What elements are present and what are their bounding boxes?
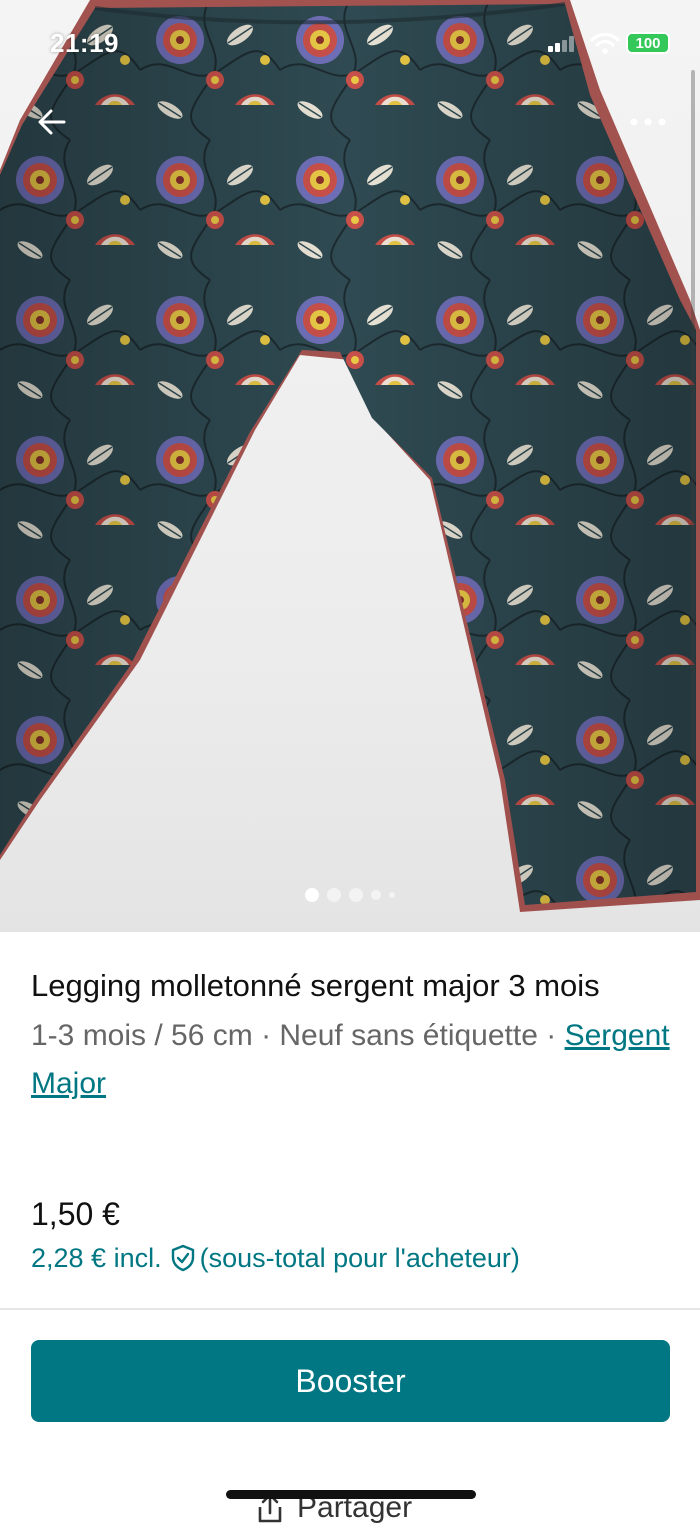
price-incl-amount: 2,28 € incl. [31, 1243, 162, 1273]
product-details: Legging molletonné sergent major 3 mois … [31, 962, 671, 1108]
status-bar: 21:19 100 [0, 0, 700, 90]
wifi-icon [590, 32, 620, 54]
product-meta: 1-3 mois / 56 cm · Neuf sans étiquette ·… [31, 1012, 671, 1108]
more-options-button[interactable] [620, 104, 676, 140]
signal-icon [548, 36, 574, 52]
carousel-dot[interactable] [349, 888, 363, 902]
carousel-dot[interactable] [305, 888, 319, 902]
product-title: Legging molletonné sergent major 3 mois [31, 968, 600, 1003]
carousel-dot[interactable] [389, 892, 395, 898]
status-time: 21:19 [50, 28, 119, 58]
booster-button[interactable]: Booster [31, 1340, 670, 1422]
battery-level: 100 [635, 34, 661, 52]
arrow-left-icon [38, 109, 66, 135]
battery-indicator: 100 [626, 32, 670, 54]
price-incl-note: (sous-total pour l'acheteur) [199, 1243, 520, 1273]
legging-image [0, 0, 700, 912]
size-condition: 1-3 mois / 56 cm · Neuf sans étiquette · [31, 1019, 565, 1052]
product-photo[interactable]: 21:19 100 [0, 0, 700, 932]
price: 1,50 € [31, 1196, 120, 1232]
home-indicator[interactable] [226, 1490, 476, 1499]
divider [0, 1308, 700, 1310]
scroll-indicator [691, 70, 695, 760]
carousel-dots [0, 888, 700, 902]
buyer-protection-price[interactable]: 2,28 € incl. (sous-total pour l'acheteur… [31, 1238, 520, 1278]
ellipsis-icon [630, 118, 666, 126]
carousel-dot[interactable] [371, 890, 381, 900]
shield-check-icon [171, 1244, 194, 1272]
back-button[interactable] [30, 100, 74, 144]
carousel-dot[interactable] [327, 888, 341, 902]
